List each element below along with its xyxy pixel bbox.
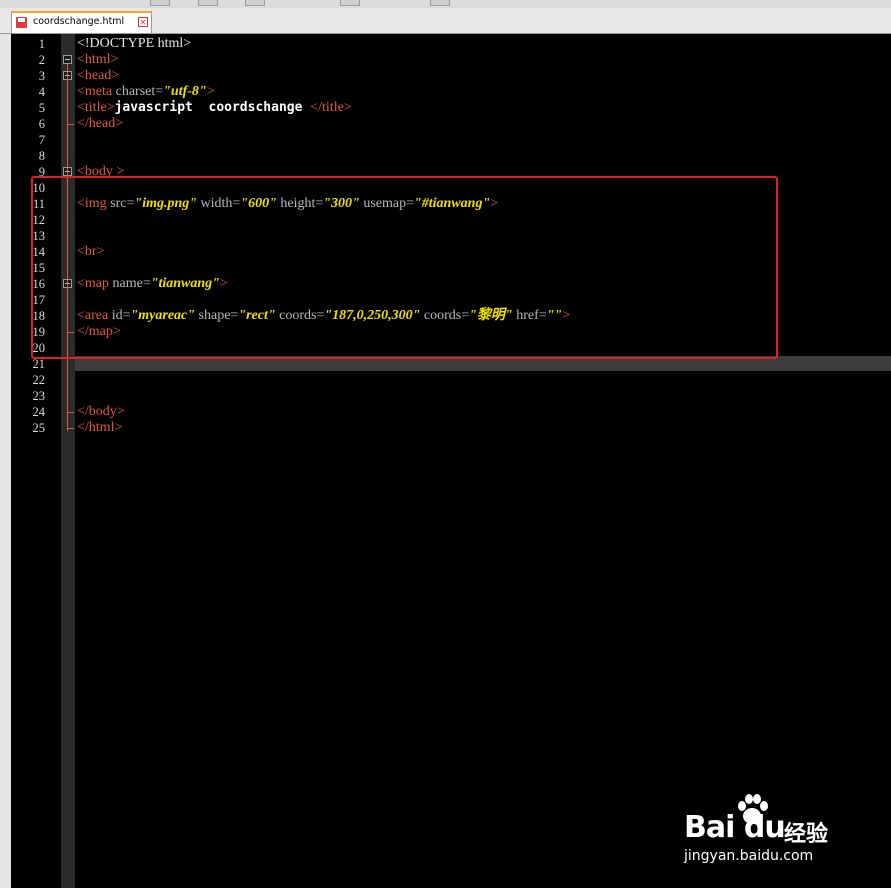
line-number: 2 (38, 53, 45, 67)
fold-end-marker (67, 412, 74, 413)
toolbar-button[interactable] (198, 0, 218, 6)
code-line[interactable] (77, 148, 570, 164)
code-token: <meta (77, 84, 116, 99)
watermark-logo: Bai du (684, 810, 786, 845)
baidu-jingyan-watermark: Bai du 经验 jingyan.baidu.com (676, 790, 856, 870)
line-number: 8 (38, 149, 45, 163)
line-number: 24 (32, 405, 46, 419)
tab-bar: coordschange.html × (0, 8, 891, 34)
line-number: 22 (32, 373, 46, 387)
code-token: <title> (77, 100, 115, 115)
watermark-brand: 经验 (784, 822, 829, 847)
line-number: 5 (38, 101, 45, 115)
file-save-icon (16, 17, 27, 28)
code-token: </html> (77, 420, 123, 435)
code-token: </body> (77, 404, 125, 419)
code-line[interactable]: <html> (77, 52, 570, 68)
code-line[interactable]: <title>javascript coordschange </title> (77, 100, 570, 116)
code-line[interactable] (77, 132, 570, 148)
code-token: </head> (77, 116, 124, 131)
tab-coordschange[interactable]: coordschange.html × (11, 11, 152, 33)
line-number: 23 (32, 389, 46, 403)
fold-end-marker (67, 124, 74, 125)
toolbar-button[interactable] (340, 0, 360, 6)
fold-margin (61, 34, 75, 888)
toolbar-button[interactable] (150, 0, 170, 6)
annotation-highlight-box (31, 176, 778, 359)
line-number: 25 (32, 421, 46, 435)
line-number: 3 (38, 69, 45, 83)
code-line[interactable]: </html> (77, 420, 570, 436)
code-token: <!DOCTYPE html> (77, 36, 192, 51)
code-line[interactable]: </body> (77, 404, 570, 420)
code-token: "utf-8" (163, 84, 207, 99)
code-line[interactable] (77, 372, 570, 388)
code-token: javascript coordschange (114, 100, 311, 115)
toolbar-button[interactable] (430, 0, 450, 6)
code-line[interactable]: <head> (77, 68, 570, 84)
close-tab-icon[interactable]: × (138, 17, 148, 28)
code-line[interactable]: <!DOCTYPE html> (77, 36, 570, 52)
code-line[interactable]: </head> (77, 116, 570, 132)
code-line[interactable]: <meta charset="utf-8"> (77, 84, 570, 100)
code-token: <html> (77, 52, 119, 67)
tab-label: coordschange.html (33, 16, 125, 27)
line-number: 7 (38, 133, 45, 147)
code-line[interactable] (77, 388, 570, 404)
line-number: 6 (38, 117, 45, 131)
watermark-url: jingyan.baidu.com (684, 848, 814, 864)
toolbar-button[interactable] (245, 0, 265, 6)
code-token: <head> (77, 68, 120, 83)
line-number: 4 (38, 85, 45, 99)
fold-toggle-icon[interactable] (63, 55, 72, 64)
code-token: </title> (310, 100, 352, 115)
fold-end-marker (67, 428, 74, 429)
line-number: 1 (38, 37, 45, 51)
code-token: > (206, 84, 215, 99)
fold-guide (67, 80, 68, 124)
code-token: charset= (115, 84, 164, 99)
